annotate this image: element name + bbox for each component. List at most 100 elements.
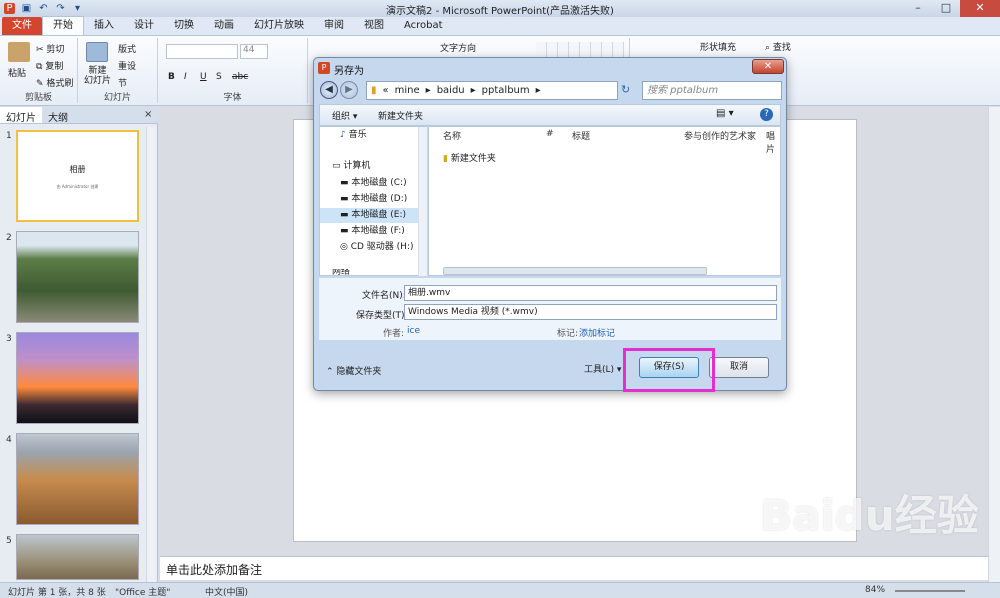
shape-fill-button[interactable]: 形状填充	[700, 40, 736, 53]
pane-close-icon[interactable]: ×	[144, 109, 152, 120]
window-controls: – □ ✕	[904, 0, 1000, 17]
text-direction-button[interactable]: 文字方向	[440, 41, 476, 54]
back-icon[interactable]: ◀	[320, 81, 338, 99]
dialog-title: 另存为	[334, 66, 364, 77]
breadcrumb-baidu[interactable]: baidu	[437, 82, 465, 99]
breadcrumb-overflow[interactable]: «	[383, 82, 389, 99]
tab-file[interactable]: 文件	[2, 17, 42, 35]
powerpoint-icon: P	[318, 62, 330, 74]
slide-thumbnail-5[interactable]	[16, 534, 139, 580]
tools-button[interactable]: 工具(L) ▾	[584, 362, 621, 375]
slide-info: 幻灯片 第 1 张，共 8 张	[8, 588, 106, 598]
filename-field[interactable]: 相册.wmv	[404, 285, 777, 301]
hide-folders-button[interactable]: ⌃ 隐藏文件夹	[326, 364, 381, 377]
slide1-subtitle: 由 Administrator 创建	[56, 184, 99, 189]
nav-item-cd-drive[interactable]: ◎ CD 驱动器 (H:)	[320, 240, 420, 255]
tab-outline[interactable]: 大纲	[42, 107, 74, 124]
file-list: 名称 # 标题 参与创作的艺术家 唱片 ▮ 新建文件夹	[428, 126, 781, 276]
layout-button[interactable]: 版式	[118, 42, 136, 55]
column-artist[interactable]: 参与创作的艺术家	[684, 129, 756, 142]
chevron-up-icon: ⌃	[326, 367, 334, 377]
tab-animations[interactable]: 动画	[204, 17, 244, 35]
author-value[interactable]: ice	[407, 326, 420, 336]
tab-review[interactable]: 审阅	[314, 17, 354, 35]
tab-design[interactable]: 设计	[124, 17, 164, 35]
tab-insert[interactable]: 插入	[84, 17, 124, 35]
underline-button[interactable]: U	[200, 72, 207, 82]
format-painter-button[interactable]: ✎ 格式刷	[36, 76, 73, 89]
copy-button[interactable]: ⧉ 复制	[36, 59, 63, 72]
horizontal-scrollbar[interactable]	[443, 267, 707, 275]
breadcrumb-sep-icon: ▸	[425, 85, 431, 96]
nav-label: 本地磁盘 (D:)	[351, 194, 408, 204]
find-label: 查找	[772, 43, 791, 53]
slide-number-3: 3	[6, 334, 12, 344]
tab-slideshow[interactable]: 幻灯片放映	[244, 17, 314, 35]
nav-item-drive-f[interactable]: ▬ 本地磁盘 (F:)	[320, 224, 420, 239]
list-item[interactable]: ▮ 新建文件夹	[443, 151, 496, 164]
watermark-url: jingyan.baidu.com	[770, 563, 872, 576]
font-size-box[interactable]: 44	[240, 44, 268, 59]
organize-button[interactable]: 组织 ▾	[332, 109, 357, 122]
nav-item-music[interactable]: ♪ 音乐	[320, 128, 420, 143]
tab-home[interactable]: 开始	[42, 16, 84, 35]
cancel-button[interactable]: 取消	[709, 357, 769, 378]
minimize-icon[interactable]: –	[904, 0, 932, 17]
nav-item-drive-e[interactable]: ▬ 本地磁盘 (E:)	[320, 208, 420, 223]
slide-thumbnail-1[interactable]: 相册 由 Administrator 创建	[16, 130, 139, 222]
author-label: 作者:	[383, 329, 405, 339]
breadcrumb-mine[interactable]: mine	[395, 82, 420, 99]
breadcrumb-pptalbum[interactable]: pptalbum	[482, 82, 530, 99]
cut-button[interactable]: ✂ 剪切	[36, 42, 64, 55]
tab-slides[interactable]: 幻灯片	[0, 107, 42, 124]
strikethrough-button[interactable]: abc	[232, 72, 248, 82]
column-number[interactable]: #	[546, 129, 554, 139]
paste-button[interactable]: 粘贴	[8, 66, 26, 79]
tab-acrobat[interactable]: Acrobat	[394, 17, 453, 35]
close-icon[interactable]: ✕	[960, 0, 1000, 17]
nav-scrollbar[interactable]	[418, 127, 427, 276]
italic-button[interactable]: I	[184, 72, 187, 82]
drive-icon: ▬	[340, 210, 349, 220]
nav-item-computer[interactable]: ▭ 计算机	[320, 159, 420, 174]
view-icon[interactable]: ▤ ▾	[716, 108, 734, 119]
music-icon: ♪	[340, 130, 346, 140]
window-title: 演示文稿2 - Microsoft PowerPoint(产品激活失败)	[386, 6, 614, 17]
shadow-button[interactable]: S	[216, 72, 222, 82]
slide-thumbnail-4[interactable]	[16, 433, 139, 525]
editor-scrollbar[interactable]	[988, 107, 1000, 582]
search-input[interactable]: 搜索 pptalbum	[642, 81, 782, 100]
tab-transitions[interactable]: 切换	[164, 17, 204, 35]
bold-button[interactable]: B	[168, 72, 175, 82]
thumbnail-scrollbar[interactable]	[146, 127, 156, 582]
filetype-select[interactable]: Windows Media 视频 (*.wmv)	[404, 304, 777, 320]
slide-thumbnail-2[interactable]	[16, 231, 139, 323]
nav-item-drive-c[interactable]: ▬ 本地磁盘 (C:)	[320, 176, 420, 191]
address-bar[interactable]: ▮ « mine ▸ baidu ▸ pptalbum ▸	[366, 81, 618, 100]
column-title[interactable]: 标题	[572, 129, 590, 142]
section-button[interactable]: 节	[118, 76, 127, 89]
font-name-box[interactable]	[166, 44, 238, 59]
column-name[interactable]: 名称	[443, 129, 461, 142]
new-slide-icon[interactable]	[86, 42, 108, 62]
reset-button[interactable]: 重设	[118, 59, 136, 72]
folder-icon: ▮	[371, 85, 377, 96]
forward-icon[interactable]: ▶	[340, 81, 358, 99]
new-folder-button[interactable]: 新建文件夹	[378, 109, 423, 122]
paste-icon[interactable]	[8, 42, 30, 62]
breadcrumb-sep-icon: ▸	[535, 85, 541, 96]
new-slide-button[interactable]: 新建 幻灯片	[84, 66, 111, 86]
nav-item-network[interactable]: 网络	[320, 269, 420, 276]
slide-thumbnail-3[interactable]	[16, 332, 139, 424]
tags-value[interactable]: 添加标记	[579, 326, 615, 339]
clipboard-group: 粘贴 ✂ 剪切 ⧉ 复制 ✎ 格式刷 剪贴板	[0, 38, 78, 103]
maximize-icon[interactable]: □	[932, 0, 960, 17]
nav-item-drive-d[interactable]: ▬ 本地磁盘 (D:)	[320, 192, 420, 207]
column-album[interactable]: 唱片	[766, 129, 781, 155]
refresh-icon[interactable]: ↻	[621, 83, 630, 96]
dialog-close-icon[interactable]: ✕	[752, 59, 784, 74]
zoom-slider[interactable]	[895, 590, 965, 592]
tab-view[interactable]: 视图	[354, 17, 394, 35]
help-icon[interactable]: ?	[760, 108, 773, 121]
find-button[interactable]: ⌕ 查找	[765, 40, 791, 53]
